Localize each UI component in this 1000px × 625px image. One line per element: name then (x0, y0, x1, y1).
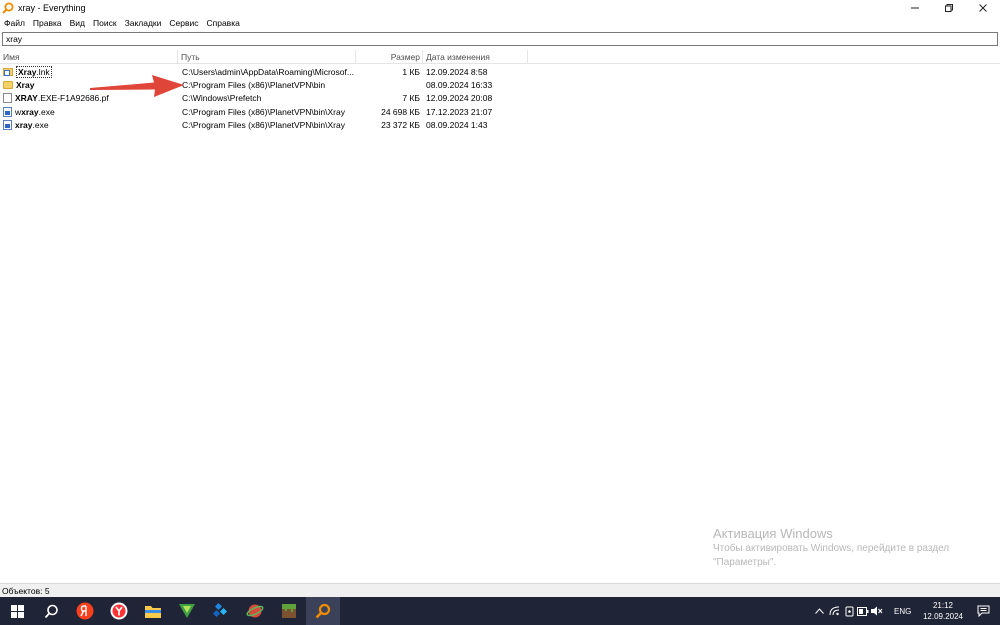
window-title: xray - Everything (18, 3, 86, 13)
file-size: 1 КБ (402, 66, 420, 77)
file-name: xray .exe (3, 118, 175, 131)
exe-icon (3, 106, 12, 117)
device-icon[interactable] (842, 606, 856, 617)
clock-time: 21:12 (932, 601, 954, 610)
taskbar-app-planet-vpn[interactable] (238, 597, 272, 625)
restore-icon (945, 4, 953, 12)
search-query: xray (6, 34, 23, 44)
file-path: C:\Program Files (x86)\PlanetVPN\bin (182, 79, 326, 90)
yandex-browser-icon (110, 602, 128, 620)
minimize-button[interactable] (898, 0, 932, 16)
network-app-icon (212, 602, 228, 618)
activation-watermark-text: Чтобы активировать Windows, перейдите в … (713, 543, 950, 554)
file-name: w xray .exe (3, 105, 175, 118)
file-modified: 17.12.2023 21:07 (426, 106, 493, 117)
system-tray: ENG (812, 597, 911, 625)
taskbar-app-network[interactable] (204, 597, 238, 625)
column-header-path[interactable]: Путь (181, 50, 200, 64)
file-path: C:\Program Files (x86)\PlanetVPN\bin\Xra… (182, 119, 345, 130)
column-header-size[interactable]: Размер (356, 50, 420, 64)
clock-date: 12.09.2024 (922, 612, 964, 621)
file-name-match: xray (21, 106, 39, 117)
file-modified: 12.09.2024 20:08 (426, 93, 493, 104)
object-count: Объектов: 5 (2, 585, 50, 596)
column-header-name[interactable]: Имя (3, 50, 20, 64)
taskbar-search-button[interactable] (34, 597, 68, 625)
vector-app-icon (179, 604, 195, 618)
file-path: C:\Program Files (x86)\PlanetVPN\bin\Xra… (182, 106, 345, 117)
taskbar-app-yandex[interactable] (68, 597, 102, 625)
close-icon (979, 4, 987, 12)
file-name-match: Xray (16, 79, 35, 90)
document-icon (3, 93, 12, 104)
taskbar-app-vector[interactable] (170, 597, 204, 625)
file-modified: 08.09.2024 16:33 (426, 79, 493, 90)
close-button[interactable] (966, 0, 1000, 16)
file-name-rest: .exe (38, 106, 55, 117)
taskbar-app-file-explorer[interactable] (136, 597, 170, 625)
activation-watermark-text: "Параметры". (713, 557, 777, 568)
results-header: Имя Путь Размер Дата изменения (0, 50, 1000, 64)
minecraft-block-icon (282, 604, 296, 618)
list-item[interactable]: w xray .exe C:\Program Files (x86)\PlanetV… (0, 105, 1000, 118)
everything-app-icon (2, 2, 14, 14)
search-input[interactable]: xray (2, 32, 998, 46)
activation-watermark-title: Активация Windows (713, 526, 833, 541)
column-divider[interactable] (527, 50, 528, 64)
file-name-rest: .lnk (36, 66, 50, 77)
shortcut-icon (3, 67, 13, 76)
wifi-icon[interactable] (826, 606, 842, 616)
red-arrow-annotation (90, 75, 184, 97)
exe-icon (3, 119, 12, 130)
file-path: C:\Windows\Prefetch (182, 93, 262, 104)
file-size (356, 78, 420, 91)
file-size: 23 372 КБ (381, 119, 420, 130)
language-indicator[interactable]: ENG (894, 607, 911, 616)
taskbar: ENG 21:12 12.09.2024 (0, 597, 1000, 625)
clock[interactable]: 21:12 12.09.2024 (918, 600, 968, 622)
taskbar-app-yandex-browser[interactable] (102, 597, 136, 625)
file-size: 24 698 КБ (381, 106, 420, 117)
tray-chevron-up-icon[interactable] (812, 608, 826, 614)
taskbar-app-everything[interactable] (306, 597, 340, 625)
file-name-match: Xray (18, 66, 37, 77)
list-item[interactable]: xray .exe C:\Program Files (x86)\PlanetVP… (0, 118, 1000, 131)
planet-icon (246, 604, 264, 618)
file-path: C:\Users\admin\AppData\Roaming\Microsof.… (182, 66, 354, 77)
taskbar-app-minecraft[interactable] (272, 597, 306, 625)
everything-search-icon (315, 603, 331, 619)
file-size: 7 КБ (402, 93, 420, 104)
menu-search[interactable]: Поиск (93, 18, 117, 28)
menu-tools[interactable]: Сервис (169, 18, 198, 28)
file-name-match: xray (15, 119, 33, 130)
start-button[interactable] (0, 597, 34, 625)
menu-file[interactable]: Файл (4, 18, 25, 28)
file-name-rest: .exe (32, 119, 49, 130)
menu-edit[interactable]: Правка (33, 18, 62, 28)
volume-muted-icon[interactable] (870, 606, 884, 616)
notifications-button[interactable] (966, 597, 1000, 625)
menu-help[interactable]: Справка (206, 18, 239, 28)
minimize-icon (911, 7, 919, 9)
column-divider[interactable] (177, 50, 178, 64)
battery-icon[interactable] (856, 606, 870, 616)
menu-bar: Файл Правка Вид Поиск Закладки Сервис Сп… (0, 16, 1000, 30)
column-header-modified[interactable]: Дата изменения (426, 50, 490, 64)
column-divider[interactable] (422, 50, 423, 64)
menu-bookmarks[interactable]: Закладки (125, 18, 162, 28)
yandex-icon (76, 602, 94, 620)
search-icon (44, 604, 58, 618)
status-bar: Объектов: 5 (0, 583, 1000, 597)
file-name-match: XRAY (15, 93, 38, 104)
restore-button[interactable] (932, 0, 966, 16)
notification-icon (977, 605, 989, 617)
file-modified: 12.09.2024 8:58 (426, 66, 488, 77)
folder-icon (145, 605, 161, 618)
title-bar: xray - Everything (0, 0, 1000, 16)
windows-icon (10, 604, 24, 618)
menu-view[interactable]: Вид (70, 18, 85, 28)
folder-icon (3, 80, 13, 89)
file-modified: 08.09.2024 1:43 (426, 119, 488, 130)
